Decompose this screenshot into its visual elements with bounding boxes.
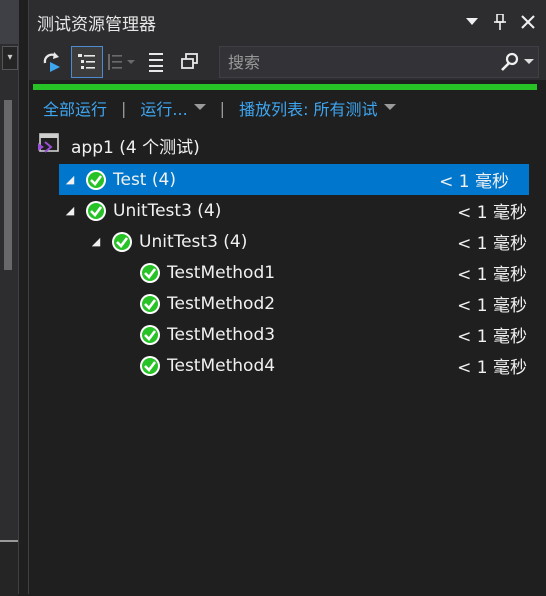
- tree-row[interactable]: ◢ Test (4) < 1 毫秒: [59, 164, 529, 195]
- passed-check-icon: [85, 169, 107, 191]
- tree-row[interactable]: TestMethod2 < 1 毫秒: [29, 288, 546, 319]
- project-icon: [37, 132, 61, 158]
- test-duration: < 1 毫秒: [457, 203, 527, 223]
- test-duration: < 1 毫秒: [457, 327, 527, 347]
- close-icon: [521, 15, 535, 29]
- test-tree: ◢ Test (4) < 1 毫秒 ◢ UnitTest3 (4) < 1 毫秒 ◢ Unit…: [29, 164, 546, 381]
- refresh-run-icon: [43, 52, 60, 72]
- test-duration: < 1 毫秒: [457, 265, 527, 285]
- test-duration: < 1 毫秒: [457, 358, 527, 378]
- passed-check-icon: [139, 262, 161, 284]
- playlist-button-disabled[interactable]: [107, 47, 137, 77]
- test-duration: < 1 毫秒: [457, 296, 527, 316]
- window-options-dropdown[interactable]: [461, 11, 483, 33]
- passed-check-icon: [139, 355, 161, 377]
- list-hierarchy-icon: [78, 54, 95, 69]
- dock-lower-panel: [0, 540, 18, 596]
- separator: |: [219, 98, 226, 118]
- test-explorer-panel: 测试资源管理器 搜索 全部运行 | 运行... | 播放列表: 所有测试 app…: [28, 0, 546, 594]
- expand-collapse-icon[interactable]: ◢: [89, 235, 103, 248]
- tree-row[interactable]: TestMethod4 < 1 毫秒: [29, 350, 546, 381]
- title-bar: 测试资源管理器: [29, 0, 546, 44]
- copy-window-button[interactable]: [175, 47, 205, 77]
- separator: |: [121, 98, 127, 118]
- toolbar: [29, 44, 546, 80]
- run-dropdown-caret-icon[interactable]: [193, 103, 206, 114]
- dock-dropdown[interactable]: ▾: [2, 46, 18, 70]
- search-input[interactable]: [226, 51, 496, 73]
- group-by-button[interactable]: [71, 46, 103, 78]
- left-dock-strip: ▾: [0, 0, 19, 596]
- project-label: app1 (4 个测试): [71, 137, 200, 158]
- test-duration: < 1 毫秒: [457, 234, 527, 254]
- run-dropdown-link[interactable]: 运行...: [140, 96, 187, 120]
- triangle-down-icon: [466, 18, 478, 25]
- expand-all-button[interactable]: [141, 47, 171, 77]
- playlist-dropdown-link[interactable]: 播放列表: 所有测试: [239, 96, 377, 120]
- passed-check-icon: [111, 231, 133, 253]
- search-options-dropdown[interactable]: [524, 57, 538, 68]
- dock-tab[interactable]: [0, 0, 18, 44]
- copy-windows-icon: [181, 53, 198, 69]
- actions-bar: 全部运行 | 运行... | 播放列表: 所有测试: [29, 90, 546, 126]
- tree-row[interactable]: TestMethod3 < 1 毫秒: [29, 319, 546, 350]
- tree-row[interactable]: TestMethod1 < 1 毫秒: [29, 257, 546, 288]
- search-icon[interactable]: [496, 52, 524, 72]
- playlist-icon: [108, 54, 135, 70]
- panel-title: 测试资源管理器: [37, 14, 156, 35]
- pin-icon: [494, 14, 506, 30]
- test-duration: < 1 毫秒: [439, 172, 509, 192]
- expand-collapse-icon[interactable]: ◢: [63, 204, 77, 217]
- playlist-dropdown-caret-icon[interactable]: [383, 103, 396, 114]
- run-all-link[interactable]: 全部运行: [43, 96, 107, 120]
- project-header[interactable]: app1 (4 个测试): [29, 126, 546, 164]
- close-button[interactable]: [517, 11, 539, 33]
- search-box[interactable]: [219, 46, 539, 78]
- tree-row[interactable]: ◢ UnitTest3 (4) < 1 毫秒: [29, 195, 546, 226]
- expand-collapse-icon[interactable]: ◢: [63, 173, 77, 186]
- pin-button[interactable]: [489, 11, 511, 33]
- left-scrollbar-thumb[interactable]: [4, 100, 12, 270]
- refresh-run-button[interactable]: [37, 47, 67, 77]
- triangle-down-icon: [524, 58, 534, 64]
- passed-check-icon: [85, 200, 107, 222]
- dock-pin[interactable]: [0, 74, 18, 96]
- tree-row[interactable]: ◢ UnitTest3 (4) < 1 毫秒: [29, 226, 546, 257]
- passed-check-icon: [139, 324, 161, 346]
- expand-list-icon: [149, 53, 163, 72]
- passed-check-icon: [139, 293, 161, 315]
